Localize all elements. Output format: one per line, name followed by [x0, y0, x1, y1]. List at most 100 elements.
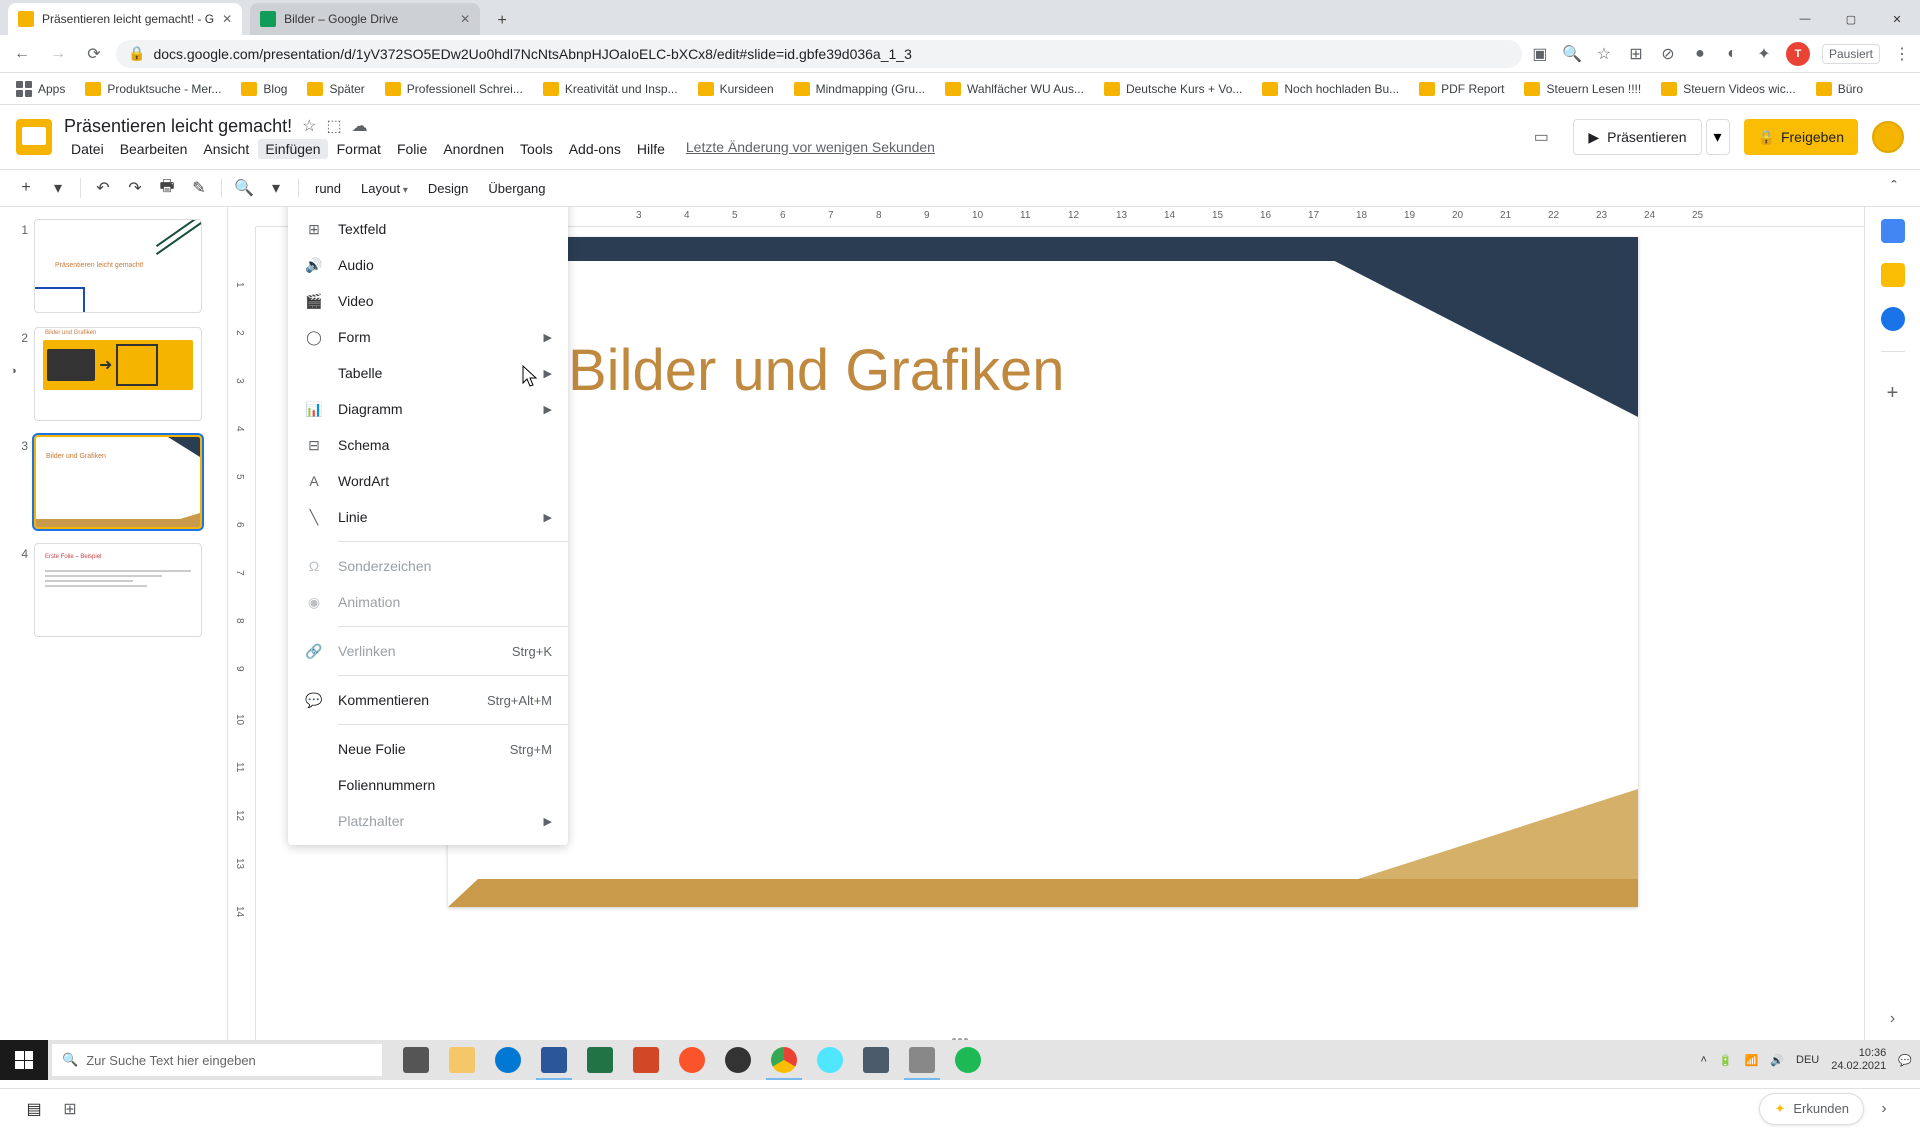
- bookmark-item[interactable]: Büro: [1808, 78, 1871, 100]
- pause-badge[interactable]: Pausiert: [1822, 44, 1880, 64]
- calendar-icon[interactable]: [1881, 219, 1905, 243]
- explorer-icon[interactable]: [440, 1040, 484, 1080]
- menu-folie[interactable]: Folie: [390, 139, 434, 159]
- slide-thumb-2[interactable]: Bilder und Grafiken ➜: [34, 327, 202, 421]
- url-field[interactable]: 🔒 docs.google.com/presentation/d/1yV372S…: [116, 40, 1522, 68]
- menu-addons[interactable]: Add-ons: [562, 139, 628, 159]
- menu-item-tabelle[interactable]: Tabelle▶: [288, 355, 568, 391]
- bookmark-item[interactable]: Deutsche Kurs + Vo...: [1096, 78, 1250, 100]
- paint-format-button[interactable]: ✎: [185, 174, 213, 202]
- move-icon[interactable]: ⬚: [326, 116, 341, 136]
- bookmark-item[interactable]: Professionell Schrei...: [377, 78, 531, 100]
- volume-icon[interactable]: 🔊: [1770, 1054, 1784, 1067]
- browser-tab-active[interactable]: Präsentieren leicht gemacht! - G ✕: [8, 3, 242, 35]
- filmstrip[interactable]: 1 Präsentieren leicht gemacht! 2 ◑ Bilde…: [0, 207, 228, 1040]
- apps-button[interactable]: Apps: [8, 77, 73, 101]
- slide-canvas[interactable]: Bilder und Grafiken: [448, 237, 1638, 907]
- forward-button[interactable]: →: [44, 40, 72, 68]
- present-dropdown[interactable]: ▾: [1706, 119, 1730, 155]
- slide-thumb-3[interactable]: Bilder und Grafiken: [34, 435, 202, 529]
- edge2-icon[interactable]: [808, 1040, 852, 1080]
- redo-button[interactable]: ↷: [121, 174, 149, 202]
- layout-button[interactable]: Layout: [353, 181, 416, 196]
- close-window-button[interactable]: ✕: [1874, 3, 1920, 35]
- last-edit-link[interactable]: Letzte Änderung vor wenigen Sekunden: [686, 139, 935, 159]
- background-button[interactable]: rund: [307, 181, 349, 196]
- bookmark-item[interactable]: Noch hochladen Bu...: [1254, 78, 1407, 100]
- menu-anordnen[interactable]: Anordnen: [436, 139, 511, 159]
- menu-einfuegen[interactable]: Einfügen: [258, 139, 327, 159]
- account-avatar[interactable]: [1872, 121, 1904, 153]
- print-button[interactable]: 🖶: [153, 174, 181, 202]
- collapse-toolbar-button[interactable]: ˆ: [1880, 174, 1908, 202]
- bookmark-item[interactable]: Wahlfächer WU Aus...: [937, 78, 1092, 100]
- close-tab-icon[interactable]: ✕: [222, 12, 232, 26]
- menu-item-audio[interactable]: 🔊Audio: [288, 247, 568, 283]
- menu-item-kommentieren[interactable]: 💬KommentierenStrg+Alt+M: [288, 682, 568, 718]
- excel-icon[interactable]: [578, 1040, 622, 1080]
- bookmark-item[interactable]: Steuern Lesen !!!!: [1516, 78, 1649, 100]
- spotify-icon[interactable]: [946, 1040, 990, 1080]
- bookmark-item[interactable]: Kreativität und Insp...: [535, 78, 686, 100]
- comments-button[interactable]: ▭: [1523, 119, 1559, 155]
- menu-format[interactable]: Format: [330, 139, 388, 159]
- maximize-button[interactable]: ▢: [1828, 3, 1874, 35]
- task-view-button[interactable]: [394, 1040, 438, 1080]
- slide-thumb-4[interactable]: Erste Folie – Beispiel: [34, 543, 202, 637]
- close-tab-icon[interactable]: ✕: [460, 12, 470, 26]
- bookmark-item[interactable]: Blog: [233, 78, 295, 100]
- bookmark-item[interactable]: Mindmapping (Gru...: [786, 78, 933, 100]
- browser-tab[interactable]: Bilder – Google Drive ✕: [250, 3, 480, 35]
- slides-logo[interactable]: [16, 119, 52, 155]
- present-button[interactable]: ▶ Präsentieren: [1573, 119, 1701, 155]
- back-button[interactable]: ←: [8, 40, 36, 68]
- undo-button[interactable]: ↶: [89, 174, 117, 202]
- next-arrow[interactable]: ›: [1864, 1100, 1904, 1118]
- menu-item-video[interactable]: 🎬Video: [288, 283, 568, 319]
- bookmark-item[interactable]: PDF Report: [1411, 78, 1512, 100]
- edge-icon[interactable]: [486, 1040, 530, 1080]
- slide-title[interactable]: Bilder und Grafiken: [568, 337, 1064, 404]
- blocked-icon[interactable]: ⊘: [1658, 44, 1678, 64]
- chrome-icon[interactable]: [762, 1040, 806, 1080]
- transition-button[interactable]: Übergang: [480, 181, 553, 196]
- language-indicator[interactable]: DEU: [1796, 1054, 1819, 1066]
- menu-item-foliennummern[interactable]: Foliennummern: [288, 767, 568, 803]
- menu-item-linie[interactable]: ╲Linie▶: [288, 499, 568, 535]
- hide-panel-button[interactable]: ›: [1890, 1010, 1895, 1028]
- doc-title[interactable]: Präsentieren leicht gemacht!: [64, 116, 292, 137]
- star-icon[interactable]: ☆: [1594, 44, 1614, 64]
- menu-item-diagramm[interactable]: 📊Diagramm▶: [288, 391, 568, 427]
- add-addon-button[interactable]: +: [1887, 382, 1899, 405]
- brave-icon[interactable]: [670, 1040, 714, 1080]
- zoom-dropdown[interactable]: ▾: [262, 174, 290, 202]
- new-tab-button[interactable]: +: [488, 7, 516, 35]
- bookmark-item[interactable]: Kursideen: [690, 78, 782, 100]
- start-button[interactable]: [0, 1040, 48, 1080]
- filmstrip-view-button[interactable]: ▤: [16, 1095, 52, 1123]
- menu-icon[interactable]: ⋮: [1892, 44, 1912, 64]
- cloud-icon[interactable]: ☁: [352, 116, 368, 136]
- zoom-button[interactable]: 🔍: [230, 174, 258, 202]
- design-button[interactable]: Design: [420, 181, 476, 196]
- word-icon[interactable]: [532, 1040, 576, 1080]
- app1-icon[interactable]: [854, 1040, 898, 1080]
- menu-ansicht[interactable]: Ansicht: [196, 139, 256, 159]
- minimize-button[interactable]: —: [1782, 3, 1828, 35]
- keep-icon[interactable]: [1881, 263, 1905, 287]
- zoom-icon[interactable]: 🔍: [1562, 44, 1582, 64]
- menu-datei[interactable]: Datei: [64, 139, 111, 159]
- profile-avatar[interactable]: T: [1786, 42, 1810, 66]
- wifi-icon[interactable]: 📶: [1745, 1054, 1759, 1067]
- menu-bearbeiten[interactable]: Bearbeiten: [113, 139, 195, 159]
- reader-icon[interactable]: ⊞: [1626, 44, 1646, 64]
- powerpoint-icon[interactable]: [624, 1040, 668, 1080]
- bookmark-item[interactable]: Steuern Videos wic...: [1653, 78, 1804, 100]
- tasks-icon[interactable]: [1881, 307, 1905, 331]
- star-icon[interactable]: ☆: [302, 116, 316, 136]
- slide-thumb-1[interactable]: Präsentieren leicht gemacht!: [34, 219, 202, 313]
- camera-icon[interactable]: ▣: [1530, 44, 1550, 64]
- menu-item-textfeld[interactable]: ⊞Textfeld: [288, 211, 568, 247]
- menu-item-form[interactable]: ◯Form▶: [288, 319, 568, 355]
- reload-button[interactable]: ⟳: [80, 40, 108, 68]
